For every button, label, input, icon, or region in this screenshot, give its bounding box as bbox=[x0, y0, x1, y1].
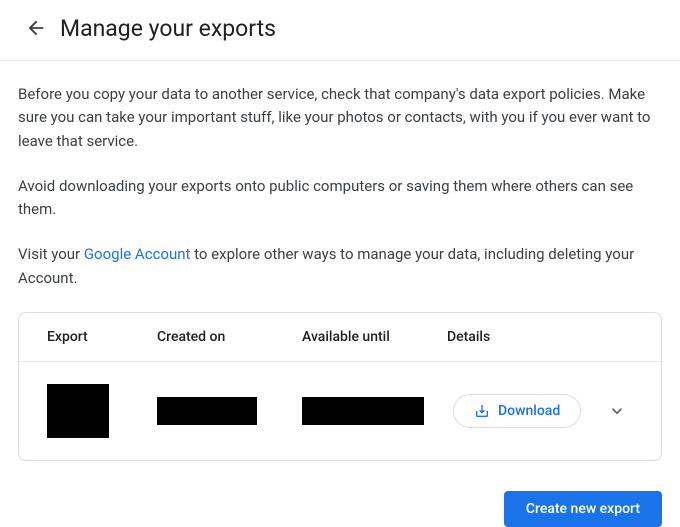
download-icon bbox=[474, 403, 490, 419]
intro-para3-prefix: Visit your bbox=[18, 245, 84, 263]
cell-available bbox=[302, 397, 447, 425]
column-header-created: Created on bbox=[157, 329, 302, 345]
cell-export bbox=[47, 384, 157, 438]
intro-paragraph-2: Avoid downloading your exports onto publ… bbox=[18, 175, 662, 222]
redacted-available-value bbox=[302, 397, 424, 425]
cell-details: Download bbox=[447, 394, 633, 428]
download-button[interactable]: Download bbox=[453, 394, 581, 428]
table-row: Download bbox=[19, 362, 661, 460]
column-header-available: Available until bbox=[302, 329, 447, 345]
back-button[interactable] bbox=[16, 8, 56, 48]
main-content: Before you copy your data to another ser… bbox=[0, 61, 680, 477]
column-header-export: Export bbox=[47, 329, 157, 345]
intro-paragraph-3: Visit your Google Account to explore oth… bbox=[18, 243, 662, 290]
arrow-left-icon bbox=[25, 17, 47, 39]
redacted-created-value bbox=[157, 397, 257, 425]
page-header: Manage your exports bbox=[0, 0, 680, 61]
column-header-details: Details bbox=[447, 329, 633, 345]
table-header-row: Export Created on Available until Detail… bbox=[19, 313, 661, 362]
google-account-link[interactable]: Google Account bbox=[84, 245, 191, 263]
download-button-label: Download bbox=[498, 403, 560, 419]
redacted-export-value bbox=[47, 384, 109, 438]
exports-table: Export Created on Available until Detail… bbox=[18, 312, 662, 461]
page-title: Manage your exports bbox=[60, 15, 276, 42]
chevron-down-icon bbox=[607, 401, 627, 421]
cell-created bbox=[157, 397, 302, 425]
expand-button[interactable] bbox=[601, 395, 633, 427]
create-new-export-button[interactable]: Create new export bbox=[504, 491, 662, 527]
intro-paragraph-1: Before you copy your data to another ser… bbox=[18, 83, 662, 153]
